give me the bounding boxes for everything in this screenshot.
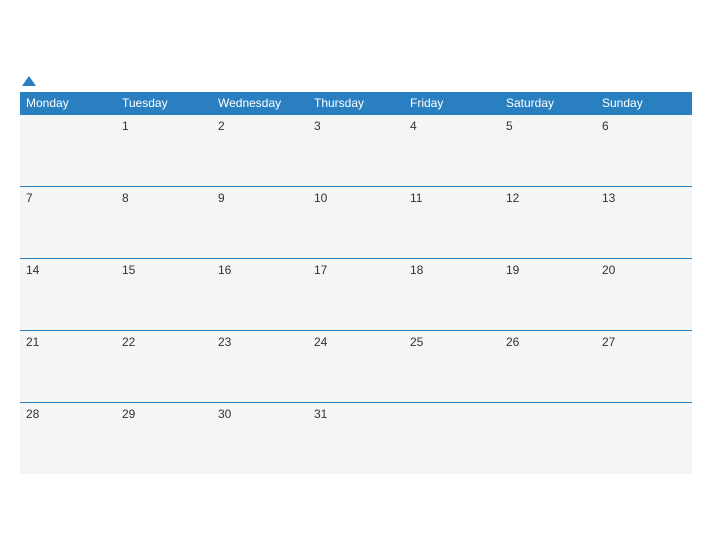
day-cell-22: 22 xyxy=(116,330,212,402)
day-number: 22 xyxy=(122,335,135,349)
week-row-4: 21 22 23 24 25 26 27 xyxy=(20,330,692,402)
week-row-3: 14 15 16 17 18 19 20 xyxy=(20,258,692,330)
logo-triangle-icon xyxy=(22,76,36,86)
day-cell-14: 14 xyxy=(20,258,116,330)
day-cell-13: 13 xyxy=(596,186,692,258)
day-number: 26 xyxy=(506,335,519,349)
day-cell-8: 8 xyxy=(116,186,212,258)
weekday-header-thursday: Thursday xyxy=(308,92,404,115)
day-cell-3: 3 xyxy=(308,114,404,186)
day-cell-18: 18 xyxy=(404,258,500,330)
day-number: 27 xyxy=(602,335,615,349)
weekday-header-wednesday: Wednesday xyxy=(212,92,308,115)
day-number: 4 xyxy=(410,119,417,133)
empty-cell xyxy=(404,402,500,474)
day-number: 5 xyxy=(506,119,513,133)
week-row-5: 28 29 30 31 xyxy=(20,402,692,474)
day-cell-23: 23 xyxy=(212,330,308,402)
day-number: 14 xyxy=(26,263,39,277)
day-number: 10 xyxy=(314,191,327,205)
day-number: 30 xyxy=(218,407,231,421)
day-cell-1: 1 xyxy=(116,114,212,186)
day-number: 18 xyxy=(410,263,423,277)
weekday-header-monday: Monday xyxy=(20,92,116,115)
day-cell-15: 15 xyxy=(116,258,212,330)
weekday-header-sunday: Sunday xyxy=(596,92,692,115)
day-cell-25: 25 xyxy=(404,330,500,402)
day-number: 9 xyxy=(218,191,225,205)
empty-cell xyxy=(596,402,692,474)
day-number: 1 xyxy=(122,119,129,133)
day-cell-21: 21 xyxy=(20,330,116,402)
day-cell-19: 19 xyxy=(500,258,596,330)
day-cell-7: 7 xyxy=(20,186,116,258)
day-number: 8 xyxy=(122,191,129,205)
day-cell-16: 16 xyxy=(212,258,308,330)
weekday-header-row: MondayTuesdayWednesdayThursdayFridaySatu… xyxy=(20,92,692,115)
day-number: 12 xyxy=(506,191,519,205)
day-number: 3 xyxy=(314,119,321,133)
day-number: 21 xyxy=(26,335,39,349)
day-cell-6: 6 xyxy=(596,114,692,186)
day-cell-26: 26 xyxy=(500,330,596,402)
day-cell-29: 29 xyxy=(116,402,212,474)
day-number: 23 xyxy=(218,335,231,349)
day-cell-20: 20 xyxy=(596,258,692,330)
week-row-2: 7 8 9 10 11 12 13 xyxy=(20,186,692,258)
day-number: 25 xyxy=(410,335,423,349)
day-cell-5: 5 xyxy=(500,114,596,186)
day-number: 24 xyxy=(314,335,327,349)
day-cell-17: 17 xyxy=(308,258,404,330)
day-cell-4: 4 xyxy=(404,114,500,186)
empty-cell xyxy=(20,114,116,186)
day-number: 31 xyxy=(314,407,327,421)
day-cell-9: 9 xyxy=(212,186,308,258)
calendar-grid: MondayTuesdayWednesdayThursdayFridaySatu… xyxy=(20,92,692,475)
weekday-header-friday: Friday xyxy=(404,92,500,115)
day-cell-24: 24 xyxy=(308,330,404,402)
day-cell-12: 12 xyxy=(500,186,596,258)
empty-cell xyxy=(500,402,596,474)
calendar-header xyxy=(20,76,692,86)
day-cell-30: 30 xyxy=(212,402,308,474)
day-cell-2: 2 xyxy=(212,114,308,186)
day-number: 2 xyxy=(218,119,225,133)
day-cell-27: 27 xyxy=(596,330,692,402)
day-number: 13 xyxy=(602,191,615,205)
day-number: 20 xyxy=(602,263,615,277)
day-cell-11: 11 xyxy=(404,186,500,258)
day-cell-28: 28 xyxy=(20,402,116,474)
weekday-header-tuesday: Tuesday xyxy=(116,92,212,115)
day-cell-10: 10 xyxy=(308,186,404,258)
day-number: 17 xyxy=(314,263,327,277)
day-number: 11 xyxy=(410,191,422,205)
logo xyxy=(20,76,36,86)
day-number: 19 xyxy=(506,263,519,277)
day-number: 6 xyxy=(602,119,609,133)
weekday-header-saturday: Saturday xyxy=(500,92,596,115)
day-number: 28 xyxy=(26,407,39,421)
day-number: 15 xyxy=(122,263,135,277)
day-cell-31: 31 xyxy=(308,402,404,474)
week-row-1: 1 2 3 4 5 6 xyxy=(20,114,692,186)
day-number: 7 xyxy=(26,191,33,205)
day-number: 16 xyxy=(218,263,231,277)
day-number: 29 xyxy=(122,407,135,421)
calendar-container: MondayTuesdayWednesdayThursdayFridaySatu… xyxy=(10,66,702,485)
